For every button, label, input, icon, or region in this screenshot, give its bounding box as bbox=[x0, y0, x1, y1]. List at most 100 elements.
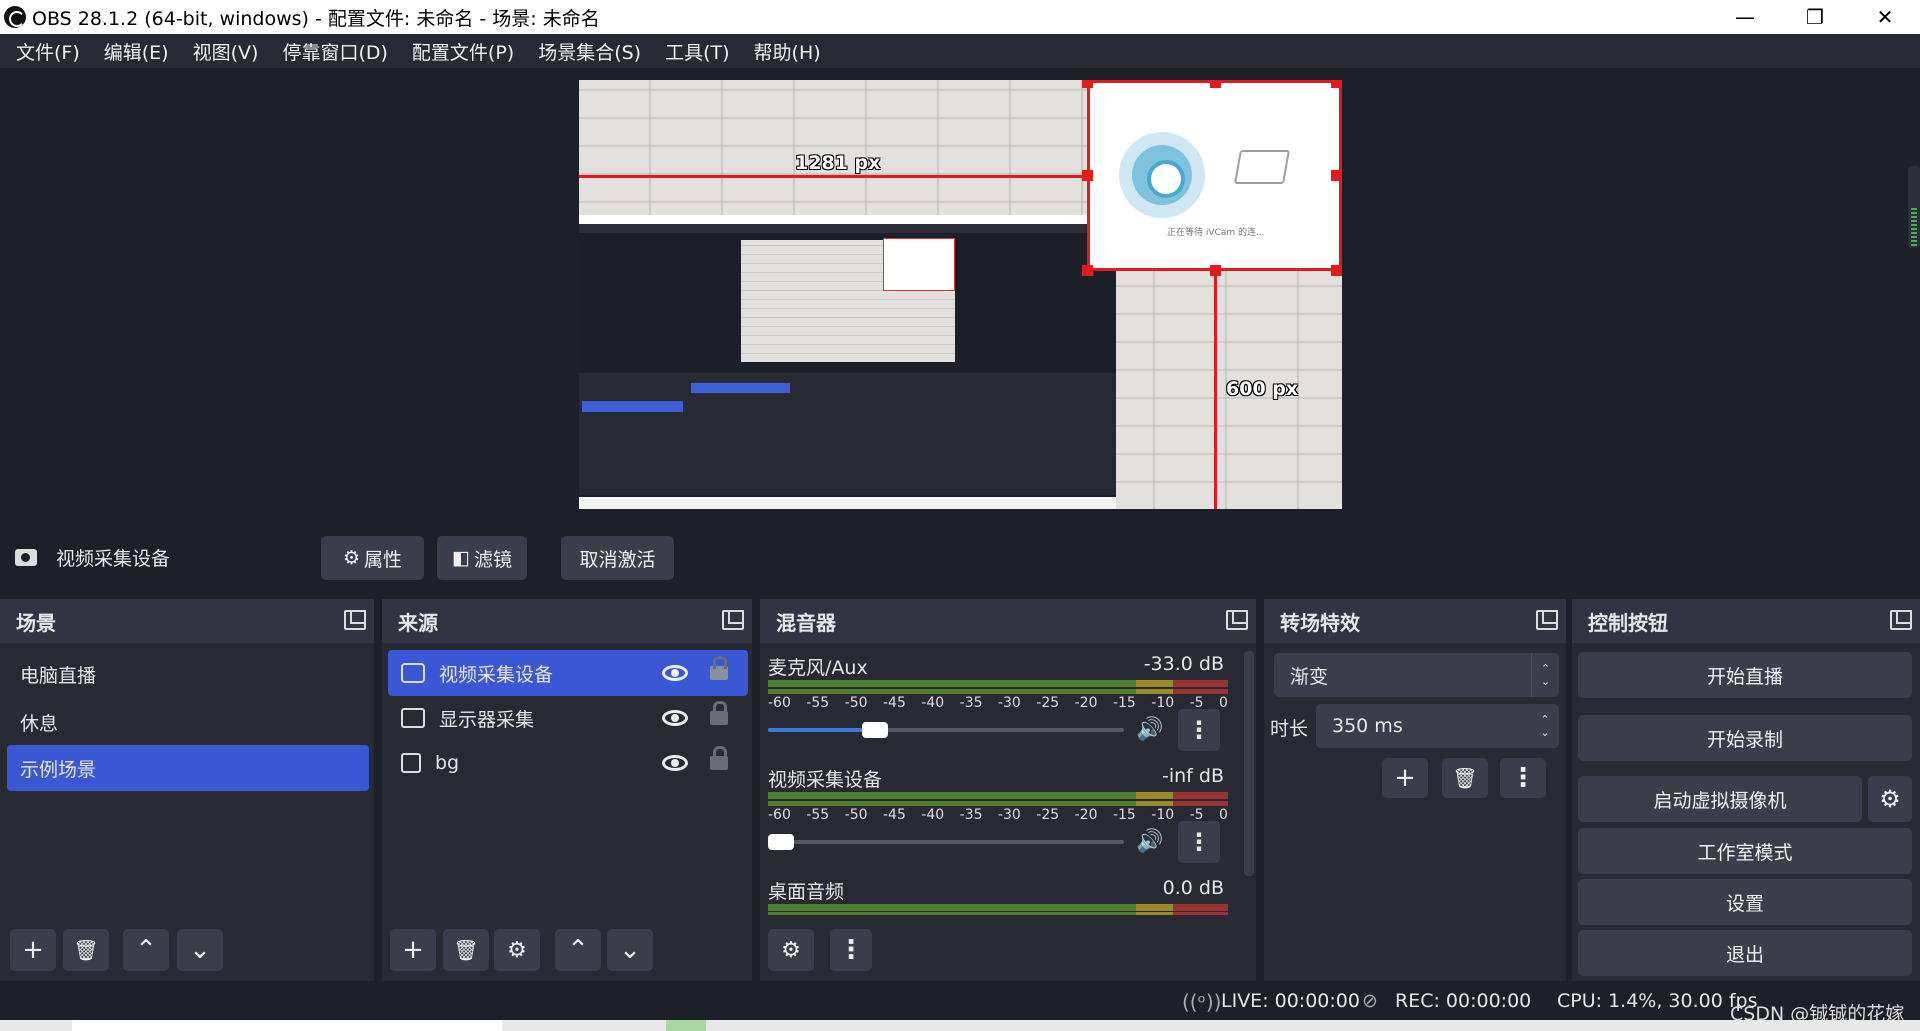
undock-icon[interactable] bbox=[1226, 610, 1248, 630]
scene-item[interactable]: 电脑直播 bbox=[7, 651, 369, 697]
add-source-button[interactable]: + bbox=[390, 929, 436, 971]
move-source-up-button[interactable]: ⌃ bbox=[555, 929, 601, 971]
add-transition-button[interactable]: + bbox=[1382, 758, 1428, 798]
menu-docks[interactable]: 停靠窗口(D) bbox=[270, 38, 399, 65]
maximize-button[interactable]: ❐ bbox=[1780, 0, 1850, 34]
audio-settings-button[interactable]: ⚙ bbox=[768, 929, 814, 971]
resize-handle-n[interactable] bbox=[1210, 80, 1221, 88]
scale-tick: -60 bbox=[768, 695, 791, 711]
settings-button[interactable]: 设置 bbox=[1578, 879, 1912, 925]
undock-icon[interactable] bbox=[722, 610, 744, 630]
move-scene-up-button[interactable]: ⌃ bbox=[123, 929, 169, 971]
undock-icon[interactable] bbox=[1536, 610, 1558, 630]
deactivate-button[interactable]: 取消激活 bbox=[561, 536, 674, 580]
virtual-camera-settings-button[interactable]: ⚙ bbox=[1868, 776, 1912, 822]
resize-handle-s[interactable] bbox=[1210, 265, 1221, 276]
chevron-up-icon: ⌃ bbox=[567, 935, 589, 965]
volume-meter bbox=[768, 792, 1228, 799]
source-properties-button[interactable]: ⚙ bbox=[494, 929, 540, 971]
spin-arrows-icon[interactable]: ⌃ ⌄ bbox=[1531, 704, 1559, 748]
scene-item-selected[interactable]: 示例场景 bbox=[7, 745, 369, 791]
lock-icon[interactable] bbox=[710, 746, 728, 770]
source-item[interactable]: 显示器采集 bbox=[388, 695, 748, 741]
menu-scene-collection[interactable]: 场景集合(S) bbox=[526, 38, 653, 65]
width-measure-label: 1281 px bbox=[795, 152, 881, 174]
channel-db: 0.0 dB bbox=[1162, 877, 1224, 899]
plus-icon: + bbox=[1394, 763, 1416, 793]
channel-db: -33.0 dB bbox=[1143, 653, 1224, 675]
duration-spinbox[interactable]: 350 ms ⌃ ⌄ bbox=[1316, 704, 1559, 748]
duration-value: 350 ms bbox=[1332, 715, 1403, 737]
filter-icon: ◧ bbox=[452, 547, 470, 569]
undock-icon[interactable] bbox=[1890, 610, 1912, 630]
scale-tick: -30 bbox=[997, 695, 1021, 711]
volume-knob[interactable] bbox=[768, 834, 794, 850]
lock-icon[interactable] bbox=[710, 656, 728, 680]
window-controls: — ❐ ✕ bbox=[1710, 0, 1920, 34]
volume-meter bbox=[768, 680, 1228, 687]
plus-icon: + bbox=[402, 935, 424, 965]
menu-view[interactable]: 视图(V) bbox=[181, 38, 271, 65]
resize-handle-sw[interactable] bbox=[1082, 265, 1093, 276]
mixer-menu-button[interactable]: ⋮ bbox=[830, 929, 872, 971]
remove-transition-button[interactable]: 🗑 bbox=[1442, 758, 1488, 798]
menu-tools[interactable]: 工具(T) bbox=[653, 38, 741, 65]
preview-area[interactable]: 正在等待 iVCam 的连... 1281 px 600 px bbox=[0, 68, 1920, 514]
visibility-eye-icon[interactable] bbox=[662, 710, 688, 726]
menu-profile[interactable]: 配置文件(P) bbox=[400, 38, 526, 65]
start-streaming-button[interactable]: 开始直播 bbox=[1578, 652, 1912, 698]
filters-button[interactable]: ◧ 滤镜 bbox=[437, 536, 527, 580]
undock-icon[interactable] bbox=[344, 610, 366, 630]
remove-source-button[interactable]: 🗑 bbox=[443, 929, 489, 971]
scale-tick: -15 bbox=[1112, 695, 1136, 711]
properties-button[interactable]: ⚙ 属性 bbox=[321, 536, 424, 580]
remove-scene-button[interactable]: 🗑 bbox=[63, 929, 109, 971]
preview-canvas[interactable]: 正在等待 iVCam 的连... 1281 px 600 px bbox=[579, 80, 1342, 509]
resize-handle-nw[interactable] bbox=[1082, 80, 1093, 88]
transition-menu-button[interactable]: ⋮ bbox=[1500, 758, 1546, 798]
speaker-icon[interactable]: 🔊 bbox=[1136, 829, 1163, 854]
minimize-button[interactable]: — bbox=[1710, 0, 1780, 34]
studio-mode-button[interactable]: 工作室模式 bbox=[1578, 828, 1912, 874]
volume-meter bbox=[768, 904, 1228, 911]
resize-handle-se[interactable] bbox=[1331, 265, 1342, 276]
channel-menu-button[interactable]: ⋮ bbox=[1178, 821, 1220, 863]
exit-button[interactable]: 退出 bbox=[1578, 930, 1912, 976]
scale-tick: -25 bbox=[1036, 695, 1060, 711]
lock-icon[interactable] bbox=[710, 701, 728, 725]
volume-knob[interactable] bbox=[861, 722, 888, 738]
scenes-toolbar: + 🗑 ⌃ ⌄ bbox=[0, 921, 374, 981]
transition-select[interactable]: 渐变 ⌃ ⌄ bbox=[1274, 653, 1559, 697]
visibility-eye-icon[interactable] bbox=[662, 665, 688, 681]
controls-title: 控制按钮 bbox=[1588, 610, 1668, 635]
sources-toolbar: + 🗑 ⚙ ⌃ ⌄ bbox=[382, 921, 752, 981]
scene-item[interactable]: 休息 bbox=[7, 699, 369, 745]
mixer-scrollbar[interactable] bbox=[1244, 651, 1254, 876]
sources-dock: 来源 视频采集设备 显示器采集 bg + 🗑 ⚙ ⌃ ⌄ bbox=[382, 599, 752, 981]
menu-help[interactable]: 帮助(H) bbox=[742, 38, 833, 65]
menu-edit[interactable]: 编辑(E) bbox=[92, 38, 181, 65]
move-source-down-button[interactable]: ⌄ bbox=[607, 929, 653, 971]
mixer-channel-desktop-audio: 桌面音频 0.0 dB bbox=[760, 877, 1256, 915]
display-capture-source[interactable] bbox=[579, 215, 1116, 509]
move-scene-down-button[interactable]: ⌄ bbox=[177, 929, 223, 971]
volume-slider[interactable] bbox=[768, 834, 1124, 850]
controls-dock: 控制按钮 开始直播 开始录制 启动虚拟摄像机 ⚙ 工作室模式 设置 退出 bbox=[1572, 599, 1920, 981]
menu-file[interactable]: 文件(F) bbox=[4, 38, 92, 65]
channel-menu-button[interactable]: ⋮ bbox=[1178, 709, 1220, 751]
start-recording-button[interactable]: 开始录制 bbox=[1578, 715, 1912, 761]
visibility-eye-icon[interactable] bbox=[662, 755, 688, 771]
resize-handle-w[interactable] bbox=[1082, 170, 1093, 181]
scale-tick: -25 bbox=[1036, 807, 1060, 823]
speaker-icon[interactable]: 🔊 bbox=[1136, 717, 1163, 742]
start-virtual-camera-button[interactable]: 启动虚拟摄像机 bbox=[1578, 776, 1862, 822]
cpu-fps: CPU: 1.4%, 30.00 fps bbox=[1557, 990, 1758, 1012]
video-capture-source[interactable]: 正在等待 iVCam 的连... bbox=[1087, 80, 1342, 271]
source-item[interactable]: bg bbox=[388, 740, 748, 786]
resize-handle-e[interactable] bbox=[1331, 170, 1342, 181]
volume-slider[interactable] bbox=[768, 722, 1124, 738]
source-item-selected[interactable]: 视频采集设备 bbox=[388, 650, 748, 696]
add-scene-button[interactable]: + bbox=[10, 929, 56, 971]
close-button[interactable]: ✕ bbox=[1850, 0, 1920, 34]
resize-handle-ne[interactable] bbox=[1331, 80, 1342, 88]
